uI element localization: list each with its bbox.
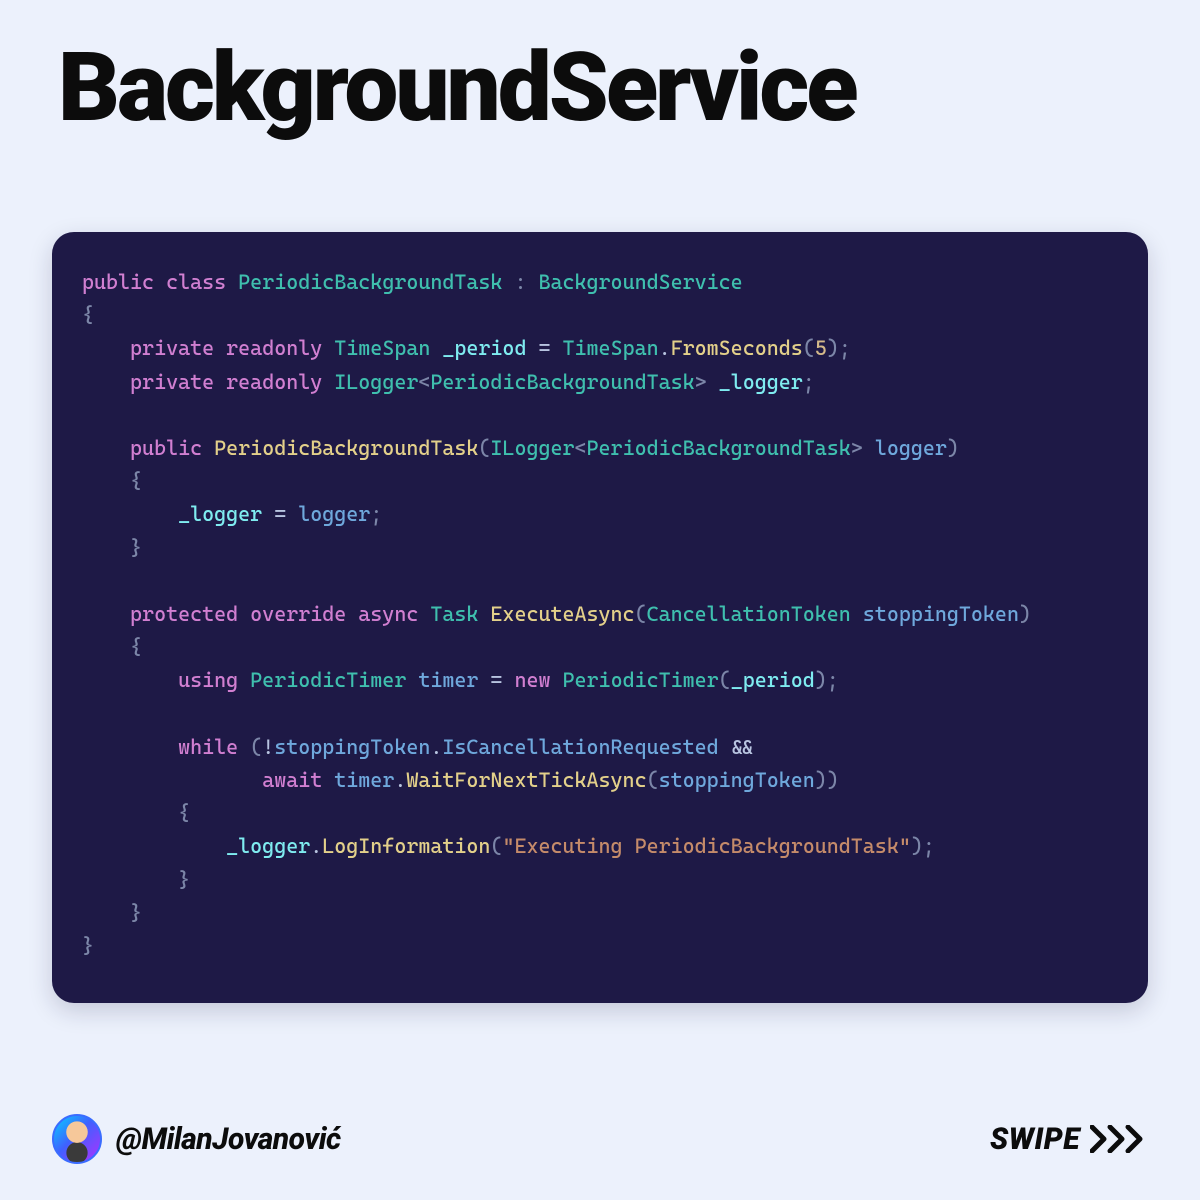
chevron-right-icon xyxy=(1090,1125,1148,1153)
code-snippet-card: public class PeriodicBackgroundTask : Ba… xyxy=(52,232,1148,1003)
page-title: BackgroundService xyxy=(58,32,856,144)
footer: @MilanJovanović SWIPE xyxy=(52,1114,1148,1164)
avatar xyxy=(52,1114,102,1164)
code-block: public class PeriodicBackgroundTask : Ba… xyxy=(82,266,1118,963)
author-block: @MilanJovanović xyxy=(52,1114,341,1164)
swipe-indicator: SWIPE xyxy=(990,1122,1148,1157)
swipe-label: SWIPE xyxy=(990,1122,1080,1157)
author-handle: @MilanJovanović xyxy=(116,1122,341,1157)
